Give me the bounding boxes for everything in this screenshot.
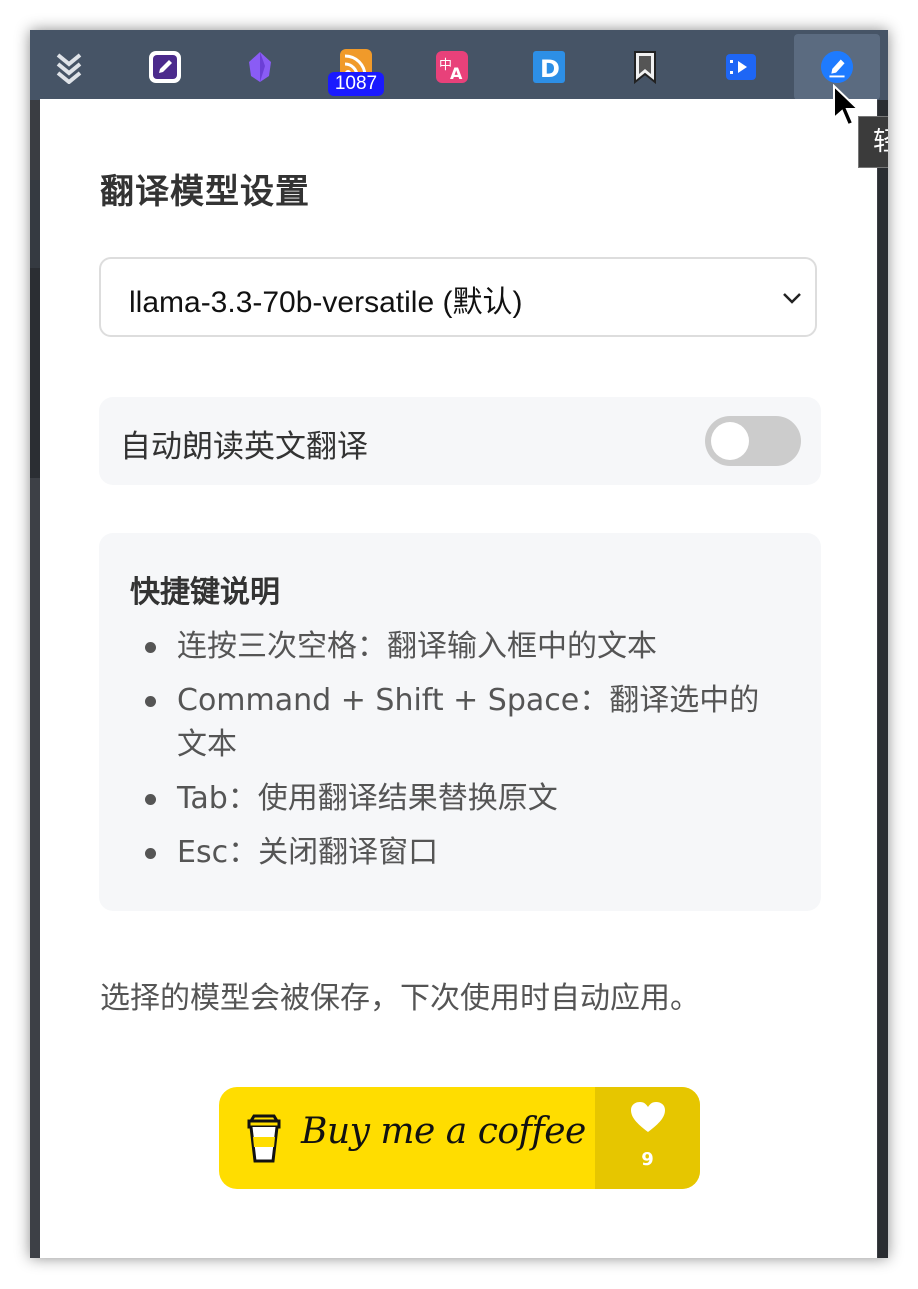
mouse-cursor-icon xyxy=(833,84,861,127)
video-icon[interactable] xyxy=(724,50,758,84)
heart-icon xyxy=(631,1102,665,1132)
save-note: 选择的模型会被保存，下次使用时自动应用。 xyxy=(100,981,700,1016)
shortcut-item: Tab：使用翻译结果替换原文 xyxy=(145,777,785,821)
shortcut-item: Command + Shift + Space：翻译选中的文本 xyxy=(145,679,785,767)
shortcut-item: 连按三次空格：翻译输入框中的文本 xyxy=(145,625,785,669)
unread-count-badge: 1087 xyxy=(328,72,384,96)
supporter-count-section: 9 xyxy=(595,1087,700,1189)
background-page-strip xyxy=(30,180,40,268)
chevrons-down-icon[interactable] xyxy=(52,50,86,84)
buy-me-a-coffee-button[interactable]: Buy me a coffee 9 xyxy=(219,1087,700,1189)
translator-settings-popup: 翻译模型设置 llama-3.3-70b-versatile (默认) 自动朗读… xyxy=(40,99,877,1258)
model-select[interactable]: llama-3.3-70b-versatile (默认) xyxy=(99,257,817,337)
extensions-toolbar: 1087 中 A D xyxy=(30,30,888,100)
background-page-strip xyxy=(30,478,40,1258)
shortcuts-list: 连按三次空格：翻译输入框中的文本 Command + Shift + Space… xyxy=(145,625,785,885)
coffee-button-label: Buy me a coffee xyxy=(301,1111,586,1152)
edit-note-icon[interactable] xyxy=(148,50,182,84)
page-title: 翻译模型设置 xyxy=(100,172,310,212)
dict-d-icon[interactable]: D xyxy=(532,50,566,84)
model-select-value: llama-3.3-70b-versatile (默认) xyxy=(129,286,523,319)
background-page-right xyxy=(878,100,888,1258)
svg-text:A: A xyxy=(450,64,463,83)
auto-read-toggle[interactable] xyxy=(705,416,801,466)
svg-text:D: D xyxy=(540,55,560,83)
background-page-strip xyxy=(30,268,40,478)
pencil-icon[interactable] xyxy=(820,50,854,84)
shortcut-item: Esc：关闭翻译窗口 xyxy=(145,831,785,875)
obsidian-icon[interactable] xyxy=(243,50,277,84)
auto-read-setting: 自动朗读英文翻译 xyxy=(99,397,821,485)
supporter-count: 9 xyxy=(641,1149,654,1170)
coffee-cup-icon xyxy=(247,1114,281,1163)
auto-read-label: 自动朗读英文翻译 xyxy=(120,429,368,465)
extension-tooltip: 轻 xyxy=(858,116,888,168)
browser-window: 1087 中 A D 翻译模型设置 llama-3.3-70b-versatil… xyxy=(30,30,888,1258)
translate-icon[interactable]: 中 A xyxy=(435,50,469,84)
shortcuts-title: 快捷键说明 xyxy=(130,575,280,610)
chevron-down-icon xyxy=(783,293,801,304)
bookmark-icon[interactable] xyxy=(628,50,662,84)
toggle-knob xyxy=(711,422,749,460)
shortcuts-panel: 快捷键说明 连按三次空格：翻译输入框中的文本 Command + Shift +… xyxy=(99,533,821,911)
